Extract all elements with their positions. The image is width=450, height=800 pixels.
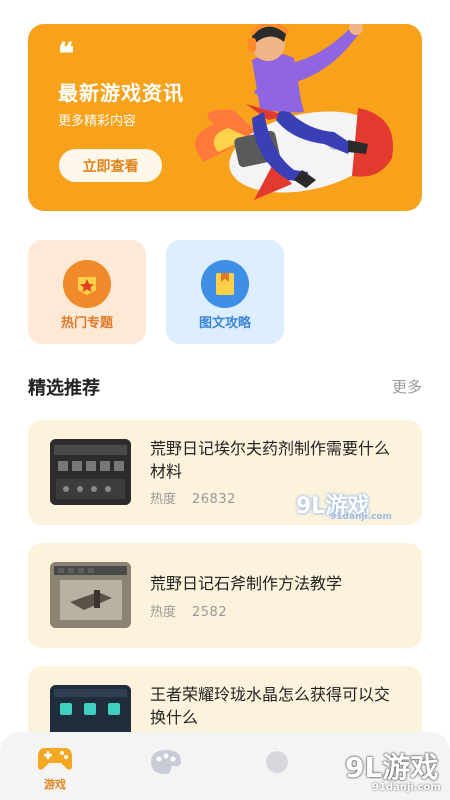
article-thumbnail	[50, 439, 131, 505]
palette-icon	[151, 750, 181, 774]
guides-card[interactable]: 图文攻略	[166, 240, 284, 344]
rocket-rider-illustration	[195, 24, 394, 200]
article-title: 王者荣耀玲珑水晶怎么获得可以交换什么	[150, 685, 391, 727]
nav-tab-games[interactable]: 游戏	[25, 742, 85, 794]
hot-topics-label: 热门专题	[60, 316, 113, 331]
article-heat: 热度 26832	[150, 488, 236, 507]
heat-label: 热度	[150, 492, 177, 507]
section-title: 精选推荐	[28, 378, 100, 399]
heat-value: 26832	[192, 492, 236, 507]
watermark-logo-corner: 9L游戏	[345, 751, 439, 784]
view-now-button[interactable]: 立即查看	[59, 149, 162, 182]
heat-value: 2582	[192, 605, 228, 620]
bookmark-icon	[201, 260, 249, 308]
watermark-url: 91danji.com	[330, 512, 392, 522]
hot-topics-card[interactable]: 热门专题	[28, 240, 146, 344]
banner-title: 最新游戏资讯	[58, 81, 184, 105]
watermark-url-corner: 91danji.com	[372, 782, 441, 793]
heat-label: 热度	[150, 605, 177, 620]
article-title: 荒野日记石斧制作方法教学	[150, 574, 343, 593]
placeholder-icon	[266, 751, 288, 773]
guides-label: 图文攻略	[198, 316, 251, 331]
banner-subtitle: 更多精彩内容	[58, 114, 137, 129]
more-link[interactable]: 更多	[392, 376, 422, 397]
quote-icon: ❝	[58, 37, 75, 72]
article-thumbnail	[50, 562, 131, 628]
article-card[interactable]: 荒野日记石斧制作方法教学 热度 2582	[28, 543, 422, 648]
nav-tab-discover[interactable]	[136, 742, 196, 794]
article-title: 荒野日记埃尔夫药剂制作需要什么材料	[150, 439, 391, 481]
promo-banner[interactable]: ❝ 最新游戏资讯 更多精彩内容 立即查看	[28, 24, 422, 211]
nav-tab-profile[interactable]	[247, 742, 307, 794]
article-heat: 热度 2582	[150, 601, 227, 620]
gamepad-icon	[38, 748, 72, 770]
star-badge-icon	[63, 260, 111, 308]
nav-label-games: 游戏	[44, 778, 66, 791]
